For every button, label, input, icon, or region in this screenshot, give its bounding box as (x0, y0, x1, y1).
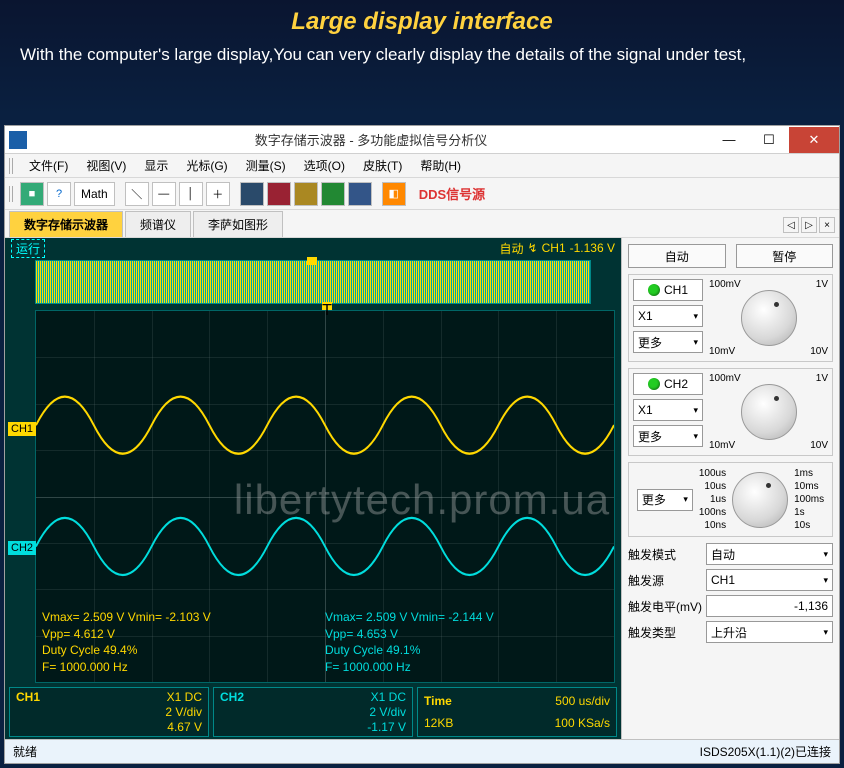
ch2-measurements: Vmax= 2.509 V Vmin= -2.144 V Vpp= 4.653 … (325, 609, 494, 676)
ch1-control-block: CH1 X1 更多 100mV 1V 10mV 10V (628, 274, 833, 362)
minimize-button[interactable]: — (709, 127, 749, 153)
timebase-block: 更多 100us 10us 1us 100ns 10ns 1ms 10ms 10… (628, 462, 833, 537)
menu-view[interactable]: 视图(V) (80, 155, 132, 176)
tab-spectrum[interactable]: 频谱仪 (125, 211, 191, 237)
menu-help[interactable]: 帮助(H) (414, 155, 467, 176)
timebase-more-select[interactable]: 更多 (637, 489, 693, 511)
tab-lissajous[interactable]: 李萨如图形 (193, 211, 283, 237)
trigger-type-label: 触发类型 (628, 624, 702, 641)
ch1-measurements: Vmax= 2.509 V Vmin= -2.103 V Vpp= 4.612 … (42, 609, 211, 676)
channel-status-bar: CH1X1 DC 2 V/div 4.67 V CH2X1 DC 2 V/div… (5, 685, 621, 739)
trigger-mode-display: 自动 (500, 240, 524, 257)
trigger-level-label: 触发电平(mV) (628, 598, 702, 615)
toolbar-horiz-icon[interactable]: — (152, 182, 176, 206)
app-icon (9, 131, 27, 149)
ch2-vdiv-knob[interactable] (741, 384, 797, 440)
ch2-multiplier-select[interactable]: X1 (633, 399, 703, 421)
toolbar-color-2[interactable] (267, 182, 291, 206)
app-window: 数字存储示波器 - 多功能虚拟信号分析仪 — ☐ ✕ 文件(F) 视图(V) 显… (4, 125, 840, 764)
toolbar-color-5[interactable] (348, 182, 372, 206)
toolbar: ■ ? Math ＼ — │ ＋ ◧ DDS信号源 (5, 178, 839, 210)
tab-prev-button[interactable]: ◁ (783, 217, 799, 233)
menu-skin[interactable]: 皮肤(T) (357, 155, 408, 176)
trigger-type-select[interactable]: 上升沿 (706, 621, 833, 643)
trigger-mode-select[interactable]: 自动 (706, 543, 833, 565)
menu-display[interactable]: 显示 (138, 155, 174, 176)
toolbar-grip-icon (9, 186, 15, 202)
run-status: 运行 (11, 239, 45, 258)
trigger-edge-icon: ↯ (528, 241, 538, 255)
trigger-level-display: -1.136 V (570, 241, 615, 255)
tab-next-button[interactable]: ▷ (801, 217, 817, 233)
ch1-marker: CH1 (8, 422, 36, 436)
toolbar-dds-icon[interactable]: ◧ (382, 182, 406, 206)
trigger-level-input[interactable] (706, 595, 833, 617)
trigger-source-label: 触发源 (628, 572, 702, 589)
ch2-led-icon (648, 378, 660, 390)
waveform-area[interactable]: T CH1 CH2 (35, 310, 615, 683)
trigger-source-select[interactable]: CH1 (706, 569, 833, 591)
ch2-more-select[interactable]: 更多 (633, 425, 703, 447)
ch2-waveform (36, 518, 614, 575)
auto-button[interactable]: 自动 (628, 244, 726, 268)
toolbar-color-4[interactable] (321, 182, 345, 206)
buffer-marker-icon (307, 257, 317, 265)
ch1-toggle[interactable]: CH1 (633, 279, 703, 301)
side-panel: 自动 暂停 CH1 X1 更多 100mV (621, 238, 839, 739)
ch2-marker: CH2 (8, 541, 36, 555)
window-title: 数字存储示波器 - 多功能虚拟信号分析仪 (33, 130, 709, 149)
toolbar-dds-label[interactable]: DDS信号源 (409, 182, 495, 206)
ch2-status-block: CH2X1 DC 2 V/div -1.17 V (213, 687, 413, 737)
timebase-knob[interactable] (732, 472, 788, 528)
toolbar-color-1[interactable] (240, 182, 264, 206)
maximize-button[interactable]: ☐ (749, 127, 789, 153)
menubar: 文件(F) 视图(V) 显示 光标(G) 测量(S) 选项(O) 皮肤(T) 帮… (5, 154, 839, 178)
time-status-block: Time500 us/div 12KB100 KSa/s (417, 687, 617, 737)
toolbar-line-icon[interactable]: ＼ (125, 182, 149, 206)
ch1-more-select[interactable]: 更多 (633, 331, 703, 353)
ch1-vdiv-knob[interactable] (741, 290, 797, 346)
promo-title: Large display interface (20, 8, 824, 36)
ch1-waveform (36, 397, 614, 454)
trigger-settings: 触发模式 自动 触发源 CH1 触发电平(mV) 触发类型 上升沿 (628, 543, 833, 643)
toolbar-btn-help[interactable]: ? (47, 182, 71, 206)
buffer-overview[interactable] (35, 260, 591, 304)
ch1-status-block: CH1X1 DC 2 V/div 4.67 V (9, 687, 209, 737)
toolbar-btn-1[interactable]: ■ (20, 182, 44, 206)
menu-cursor[interactable]: 光标(G) (180, 155, 233, 176)
statusbar: 就绪 ISDS205X(1.1)(2)已连接 (5, 739, 839, 763)
menu-options[interactable]: 选项(O) (298, 155, 351, 176)
tab-close-button[interactable]: × (819, 217, 835, 233)
tabs-row: 数字存储示波器 频谱仪 李萨如图形 ◁ ▷ × (5, 210, 839, 238)
ch2-control-block: CH2 X1 更多 100mV 1V 10mV 10V (628, 368, 833, 456)
status-connection: ISDS205X(1.1)(2)已连接 (700, 743, 831, 760)
ch1-led-icon (648, 284, 660, 296)
tab-oscilloscope[interactable]: 数字存储示波器 (9, 211, 123, 237)
trigger-channel-display: CH1 (542, 241, 566, 255)
toolbar-math-button[interactable]: Math (74, 182, 115, 206)
trigger-time-marker: T (322, 302, 332, 310)
menu-grip-icon (9, 158, 15, 174)
ch1-multiplier-select[interactable]: X1 (633, 305, 703, 327)
ch2-toggle[interactable]: CH2 (633, 373, 703, 395)
close-button[interactable]: ✕ (789, 127, 839, 153)
scope-display: 运行 自动 ↯ CH1 -1.136 V T CH1 CH2 (5, 238, 621, 739)
toolbar-cross-icon[interactable]: ＋ (206, 182, 230, 206)
promo-desc: With the computer's large display,You ca… (20, 42, 824, 68)
titlebar: 数字存储示波器 - 多功能虚拟信号分析仪 — ☐ ✕ (5, 126, 839, 154)
status-ready: 就绪 (13, 743, 37, 760)
toolbar-color-3[interactable] (294, 182, 318, 206)
menu-measure[interactable]: 测量(S) (240, 155, 292, 176)
trigger-mode-label: 触发模式 (628, 546, 702, 563)
menu-file[interactable]: 文件(F) (23, 155, 74, 176)
toolbar-vert-icon[interactable]: │ (179, 182, 203, 206)
stop-button[interactable]: 暂停 (736, 244, 834, 268)
